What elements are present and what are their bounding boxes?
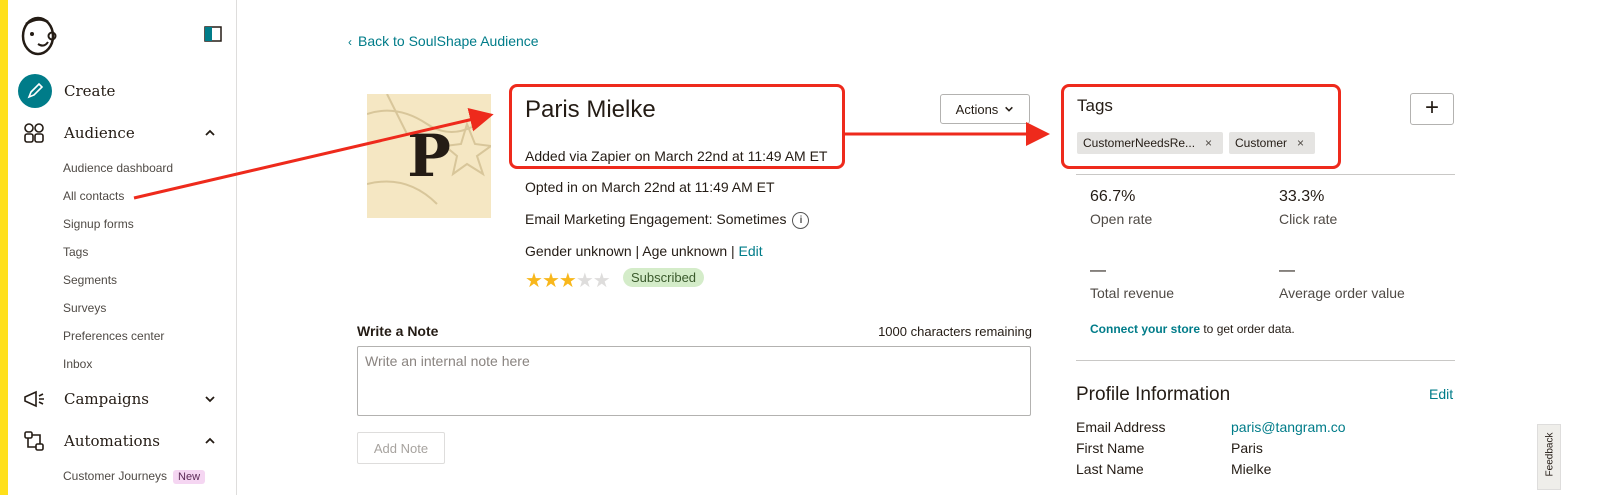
star-filled-icon: ★ (541, 270, 560, 292)
connect-store-link[interactable]: Connect your store (1090, 322, 1200, 336)
open-rate-label: Open rate (1090, 211, 1153, 227)
note-char-count: 1000 characters remaining (878, 324, 1032, 339)
note-title: Write a Note (357, 323, 439, 339)
note-textarea[interactable] (357, 346, 1031, 416)
automations-icon (24, 431, 44, 451)
sidebar: Create Audience Audience dashboard All c… (8, 0, 237, 495)
member-rating: ★★★★★ (525, 268, 611, 293)
star-filled-icon: ★ (558, 270, 577, 292)
add-tag-button[interactable]: + (1410, 93, 1454, 125)
annotation-box-contact (509, 84, 845, 169)
sidebar-item-label: Customer Journeys (63, 469, 168, 483)
nav-create-label: Create (64, 82, 116, 100)
revenue-value: — (1090, 262, 1106, 279)
sidebar-item-audience-dashboard[interactable]: Audience dashboard (63, 161, 173, 175)
engagement-row: Email Marketing Engagement: Sometimes i (525, 211, 810, 229)
profile-info-title: Profile Information (1076, 384, 1231, 405)
edit-demographics-link[interactable]: Edit (739, 243, 763, 259)
chevron-up-icon[interactable] (204, 127, 216, 139)
nav-campaigns[interactable]: Campaigns (8, 381, 236, 417)
profile-edit-link[interactable]: Edit (1429, 386, 1453, 402)
star-empty-icon: ★ (592, 270, 611, 292)
aov-value: — (1279, 262, 1295, 279)
first-name-label: First Name (1076, 440, 1145, 456)
contact-profile: ‹ Back to SoulShape Audience P Paris Miel… (236, 0, 1600, 495)
click-rate-value: 33.3% (1279, 188, 1325, 205)
email-value-link[interactable]: paris@tangram.co (1231, 419, 1346, 435)
chevron-down-icon[interactable] (204, 393, 216, 405)
last-name-label: Last Name (1076, 461, 1144, 477)
sidebar-item-surveys[interactable]: Surveys (63, 301, 106, 315)
sidebar-item-all-contacts[interactable]: All contacts (63, 189, 124, 203)
chevron-left-icon: ‹ (348, 35, 352, 49)
chevron-down-icon (1005, 106, 1014, 112)
engagement-text: Email Marketing Engagement: Sometimes (525, 211, 787, 227)
mailchimp-logo-icon[interactable] (18, 14, 58, 58)
back-link-label: Back to SoulShape Audience (358, 33, 539, 49)
divider (1076, 174, 1455, 175)
sidebar-collapse-icon[interactable] (204, 26, 222, 42)
star-empty-icon: ★ (575, 270, 594, 292)
email-label: Email Address (1076, 419, 1166, 435)
demographics-text: Gender unknown | Age unknown | (525, 243, 739, 259)
sidebar-item-tags[interactable]: Tags (63, 245, 88, 259)
sidebar-item-segments[interactable]: Segments (63, 273, 117, 287)
first-name-value: Paris (1231, 440, 1263, 456)
opted-in-text: Opted in on March 22nd at 11:49 AM ET (525, 179, 775, 195)
new-badge: New (173, 470, 206, 484)
add-note-button[interactable]: Add Note (357, 432, 445, 464)
actions-button[interactable]: Actions (940, 94, 1030, 124)
nav-campaigns-label: Campaigns (64, 390, 149, 408)
sidebar-item-signup-forms[interactable]: Signup forms (63, 217, 134, 231)
open-rate-value: 66.7% (1090, 188, 1136, 205)
audience-icon (24, 123, 44, 143)
aov-label: Average order value (1279, 285, 1405, 301)
info-icon[interactable]: i (792, 211, 810, 229)
click-rate-label: Click rate (1279, 211, 1338, 227)
annotation-box-tags (1061, 84, 1341, 169)
nav-automations[interactable]: Automations (8, 423, 236, 459)
feedback-tab[interactable]: Feedback (1537, 424, 1561, 490)
pencil-icon (18, 74, 52, 108)
sidebar-item-customer-journeys[interactable]: Customer Journeys New (63, 469, 206, 484)
connect-store-text: to get order data. (1200, 322, 1295, 336)
megaphone-icon (24, 390, 44, 408)
avatar-letter: P (407, 122, 451, 190)
demographics-row: Gender unknown | Age unknown | Edit (525, 243, 763, 259)
nav-audience[interactable]: Audience (8, 115, 236, 151)
back-link[interactable]: ‹ Back to SoulShape Audience (348, 33, 539, 49)
last-name-value: Mielke (1231, 461, 1272, 477)
feedback-label: Feedback (1544, 432, 1556, 477)
nav-audience-label: Audience (64, 124, 135, 142)
connect-store-row: Connect your store to get order data. (1090, 322, 1295, 336)
star-filled-icon: ★ (525, 270, 543, 292)
sidebar-item-preferences-center[interactable]: Preferences center (63, 329, 164, 343)
actions-label: Actions (955, 101, 999, 117)
nav-automations-label: Automations (64, 432, 160, 450)
accent-bar (0, 0, 8, 495)
sidebar-item-inbox[interactable]: Inbox (63, 357, 92, 371)
avatar: P (367, 94, 491, 218)
nav-create[interactable]: Create (8, 73, 236, 109)
revenue-label: Total revenue (1090, 285, 1175, 301)
chevron-up-icon[interactable] (204, 435, 216, 447)
status-badge: Subscribed (623, 268, 705, 287)
divider (1076, 360, 1455, 361)
